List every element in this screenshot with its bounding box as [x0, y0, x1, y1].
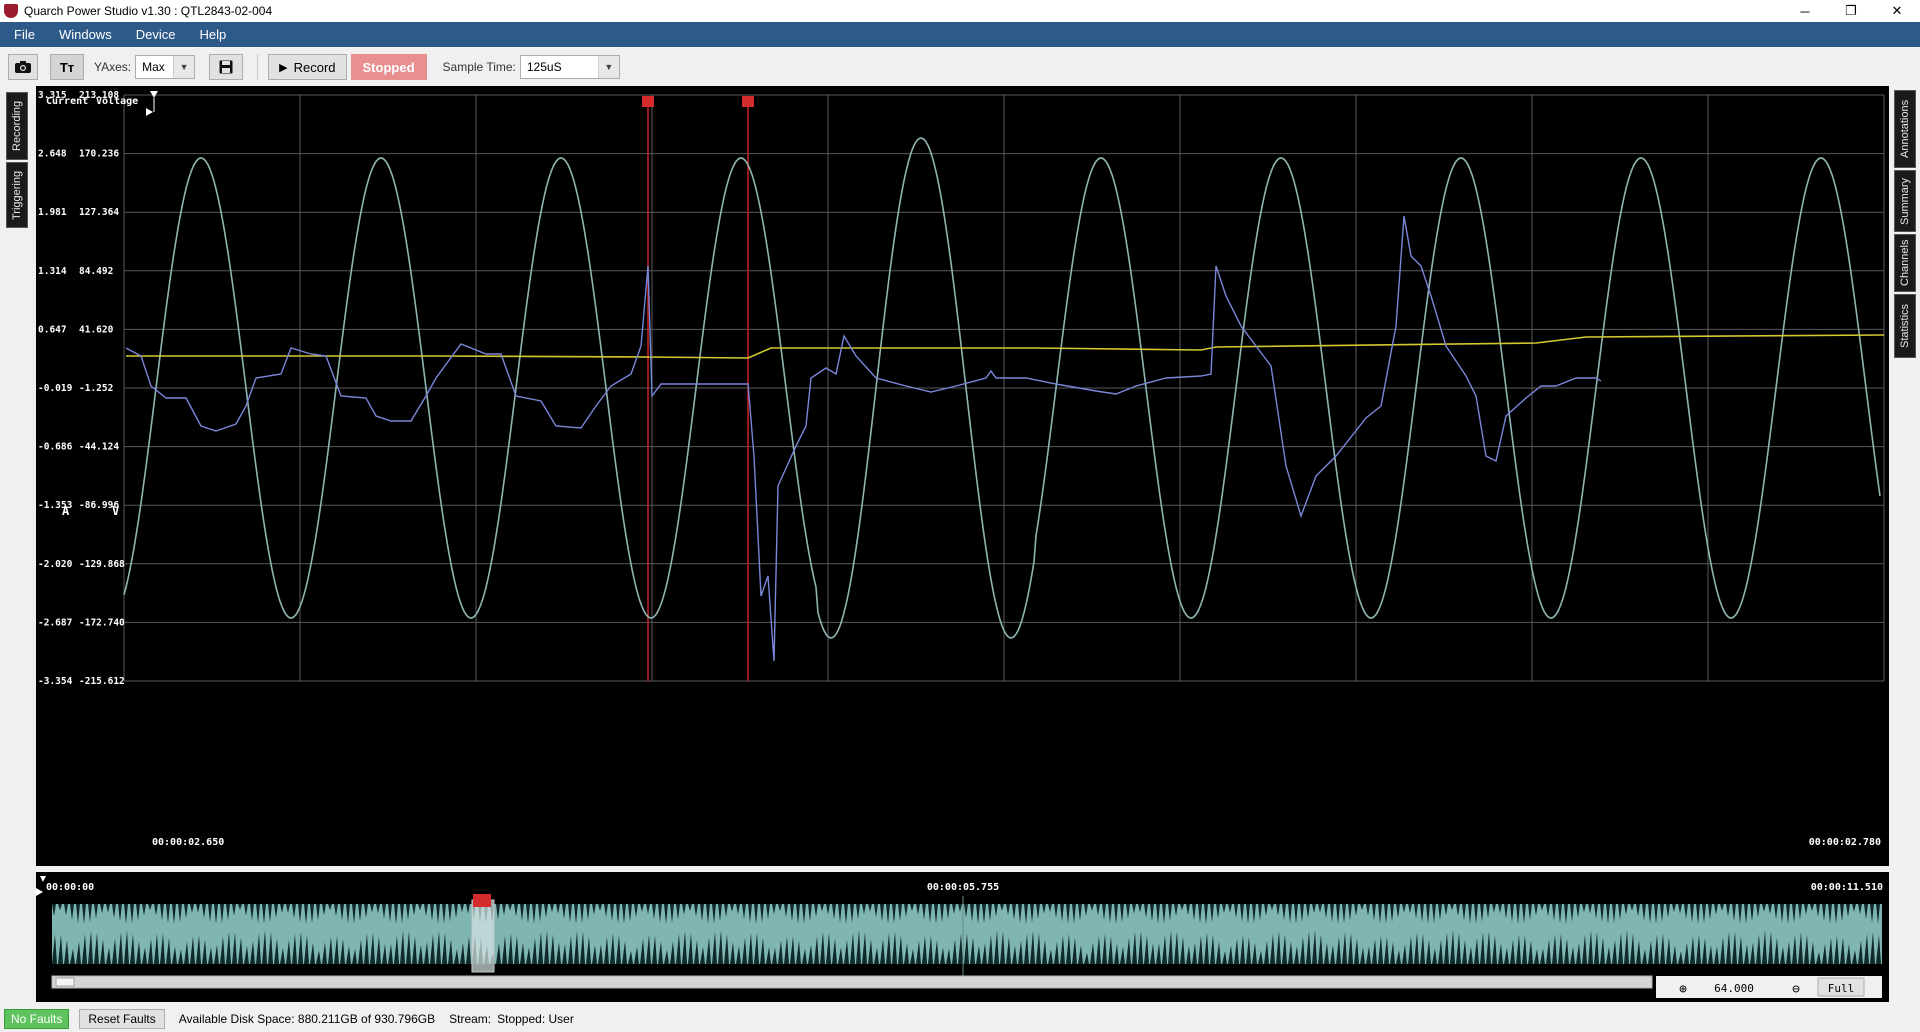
current-tick-label: 0.647	[38, 324, 67, 335]
voltage-tick-label: -44.124	[79, 442, 119, 453]
chevron-down-icon: ▼	[597, 56, 619, 78]
text-icon: Tт	[59, 59, 75, 75]
voltage-tick-label: 41.620	[79, 324, 114, 335]
current-tick-label: -3.354	[38, 676, 73, 687]
level-marker-icon[interactable]	[146, 108, 153, 116]
overview-svg[interactable]: 00:00:00 00:00:05.755 00:00:11.510 ⊕ 64.…	[36, 872, 1889, 1002]
stream-value: Stopped: User	[497, 1012, 574, 1026]
stream-label: Stream:	[449, 1012, 492, 1026]
current-axis-header: Current	[46, 96, 88, 107]
close-button[interactable]: ✕	[1874, 0, 1920, 22]
tab-summary[interactable]: Summary	[1894, 170, 1916, 232]
voltage-tick-label: -129.868	[79, 559, 125, 570]
save-icon	[219, 60, 233, 74]
screenshot-button[interactable]	[8, 54, 38, 80]
text-toggle-button[interactable]: Tт	[50, 54, 84, 80]
minimize-button[interactable]: ─	[1782, 0, 1828, 22]
zoom-in-icon[interactable]: ⊕	[1679, 982, 1687, 997]
axis-ticks: 3.315 213.1082.648 170.2361.981 127.3641.31…	[38, 90, 125, 687]
title-bar: Quarch Power Studio v1.30 : QTL2843-02-0…	[0, 0, 1920, 22]
overview-panel[interactable]: 00:00:00 00:00:05.755 00:00:11.510 ⊕ 64.…	[36, 872, 1889, 1002]
window-title: Quarch Power Studio v1.30 : QTL2843-02-0…	[24, 4, 273, 18]
status-bar: No Faults Reset Faults Available Disk Sp…	[0, 1006, 1920, 1032]
time-start-label: 00:00:02.650	[152, 837, 224, 848]
camera-icon	[15, 61, 31, 73]
current-unit-label: A	[62, 504, 70, 518]
maximize-button[interactable]: ❐	[1828, 0, 1874, 22]
play-icon: ▶	[279, 61, 288, 74]
record-label: Record	[293, 59, 336, 75]
menu-file[interactable]: File	[0, 27, 45, 42]
left-side-tabs: Recording Triggering	[6, 92, 28, 228]
overview-annotation-flag-icon[interactable]	[473, 894, 491, 907]
right-side-tabs: Annotations Summary Channels Statistics	[1894, 90, 1916, 358]
overview-scrollbar[interactable]	[51, 975, 1653, 989]
toolbar: Tт YAxes: Max ▼ ▶ Record Stopped Sample …	[0, 48, 1920, 86]
reset-faults-button[interactable]: Reset Faults	[79, 1009, 165, 1029]
tab-triggering[interactable]: Triggering	[6, 162, 28, 228]
current-tick-label: 1.314	[38, 266, 67, 277]
yaxes-label: YAxes:	[94, 60, 132, 74]
save-button[interactable]	[209, 54, 244, 80]
overview-time-mid: 00:00:05.755	[927, 882, 999, 893]
current-tick-label: -2.687	[38, 617, 72, 628]
voltage-unit-label: V	[112, 504, 119, 518]
zoom-value: 64.000	[1714, 982, 1754, 995]
time-end-label: 00:00:02.780	[1809, 837, 1881, 848]
disk-space-text: Available Disk Space: 880.211GB of 930.7…	[178, 1012, 436, 1026]
menu-windows[interactable]: Windows	[45, 27, 122, 42]
menu-device[interactable]: Device	[122, 27, 186, 42]
sample-time-select[interactable]: 125uS ▼	[519, 55, 620, 79]
toolbar-separator	[257, 54, 259, 80]
current-tick-label: 2.648	[38, 149, 67, 160]
annotation-flag-icon[interactable]	[742, 96, 754, 107]
plot-grid	[123, 94, 1885, 682]
voltage-tick-label: 170.236	[79, 149, 119, 160]
voltage-tick-label: 127.364	[79, 207, 119, 218]
current-trace	[125, 215, 1602, 662]
overview-scroll-thumb[interactable]	[55, 977, 75, 987]
faults-indicator: No Faults	[4, 1009, 70, 1029]
overview-time-start: 00:00:00	[46, 882, 94, 893]
app-logo-icon	[4, 4, 18, 18]
main-plot[interactable]: 3.315 213.108 2.648 170.236 1.981 127.364 1.31…	[36, 86, 1889, 866]
menu-help[interactable]: Help	[185, 27, 236, 42]
annotation-flag-icon[interactable]	[642, 96, 654, 107]
chevron-down-icon: ▼	[173, 56, 195, 78]
tab-annotations[interactable]: Annotations	[1894, 90, 1916, 168]
overview-viewport-window[interactable]	[471, 899, 495, 973]
current-tick-label: -2.020	[38, 559, 73, 570]
tab-statistics[interactable]: Statistics	[1894, 294, 1916, 358]
sample-time-label: Sample Time:	[442, 60, 516, 74]
record-button[interactable]: ▶ Record	[268, 54, 347, 80]
overview-time-end: 00:00:11.510	[1811, 882, 1883, 893]
tab-recording[interactable]: Recording	[6, 92, 28, 160]
current-tick-label: -0.019	[38, 383, 73, 394]
voltage-tick-label: -1.252	[79, 383, 113, 394]
current-tick-label: -0.686	[38, 442, 73, 453]
voltage-tick-label: -215.612	[79, 676, 125, 687]
voltage-axis-header: Voltage	[96, 96, 138, 107]
status-badge: Stopped	[350, 54, 427, 80]
yaxes-select[interactable]: Max ▼	[135, 55, 196, 79]
yaxes-value: Max	[142, 60, 165, 74]
power-trace	[126, 334, 1885, 359]
menu-bar: File Windows Device Help	[0, 22, 1920, 47]
sample-time-value: 125uS	[526, 60, 562, 74]
current-tick-label: 1.981	[38, 207, 67, 218]
window-controls: ─ ❐ ✕	[1782, 0, 1920, 22]
full-zoom-label: Full	[1828, 982, 1855, 995]
zoom-out-icon[interactable]: ⊖	[1792, 982, 1800, 997]
tab-channels[interactable]: Channels	[1894, 234, 1916, 292]
main-plot-svg[interactable]: 3.315 213.1082.648 170.2361.981 127.3641.31…	[36, 86, 1889, 866]
overview-level-marker-icon	[36, 888, 43, 896]
voltage-tick-label: 84.492	[79, 266, 113, 277]
voltage-tick-label: -172.740	[79, 617, 125, 628]
